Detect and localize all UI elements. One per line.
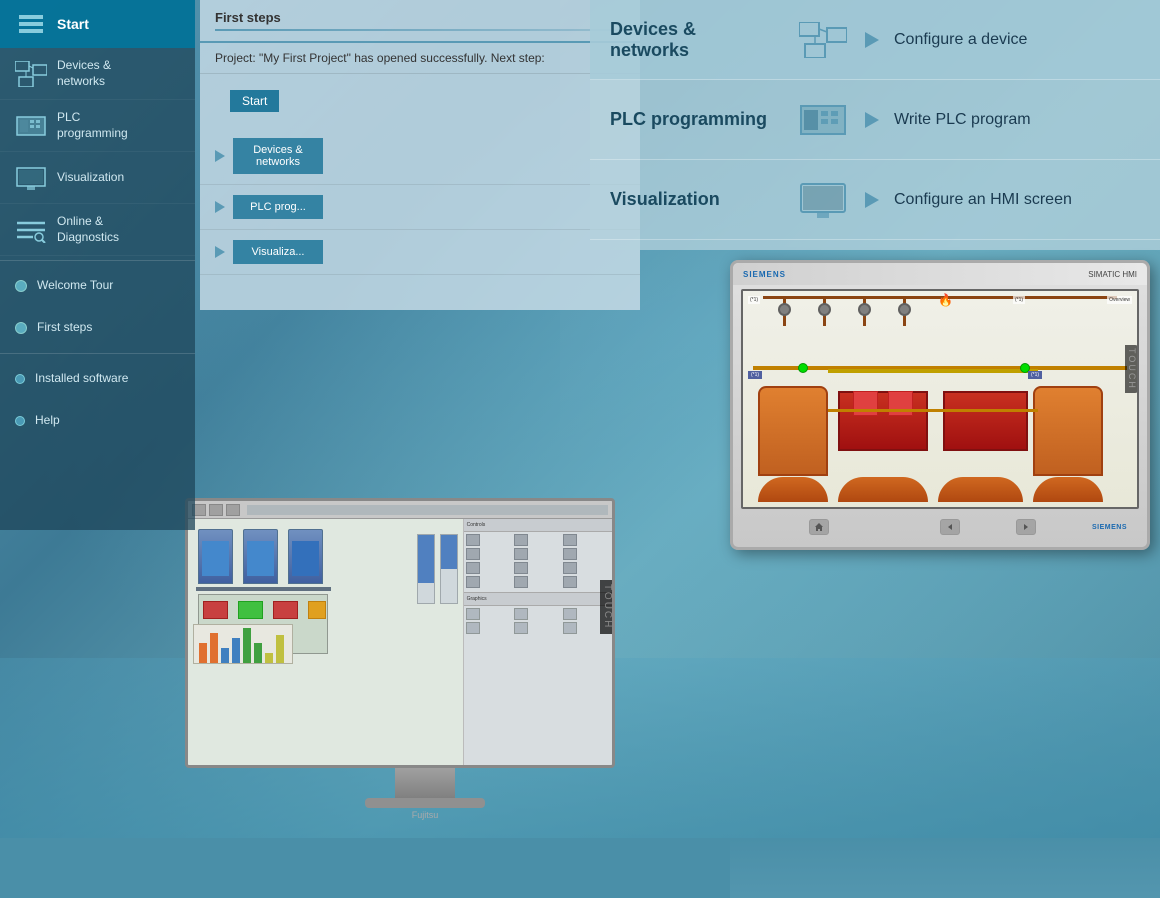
arrow-viz (215, 246, 225, 258)
menu-item-first-steps[interactable]: First steps (0, 307, 195, 349)
diagnostics-icon (15, 214, 47, 246)
hmi-bottom-bar: SIEMENS (733, 513, 1147, 541)
installed-label: Installed software (35, 371, 128, 387)
menu-item-plc-label: PLCprogramming (57, 110, 128, 141)
workflow-row-viz[interactable]: Visualization Configure an HMI screen (590, 160, 1160, 240)
center-menu-plc[interactable]: PLC prog... (200, 185, 640, 230)
separator-2 (0, 353, 195, 354)
hmi-screen: 🔥 (*1) (*1) Overview (*1) (*1) TOUCH (741, 289, 1139, 509)
hmi-screen-content: 🔥 (*1) (*1) Overview (*1) (*1) (743, 291, 1137, 507)
workflow-row-plc[interactable]: PLC programming Write PLC program (590, 80, 1160, 160)
tb-btn-3 (226, 504, 240, 516)
monitor-screen: Controls (185, 498, 615, 768)
hmi-brand: SIEMENS (743, 270, 786, 279)
hmi-panel: SIEMENS SIMATIC HMI (730, 260, 1160, 570)
hmi-device: SIEMENS SIMATIC HMI (730, 260, 1150, 550)
plc-icon (15, 110, 47, 142)
hmi-model: SIMATIC HMI (1088, 270, 1137, 279)
workflow-plc-title: PLC programming (610, 109, 780, 130)
menu-item-viz-label: Visualization (57, 170, 124, 186)
menu-item-devices[interactable]: Devices &networks (0, 48, 195, 100)
monitor-touch-label: TOUCH (600, 580, 615, 633)
center-menu-devices[interactable]: Devices &networks (200, 128, 640, 185)
monitor-base (365, 798, 485, 808)
workflow-action-viz: Configure an HMI screen (894, 191, 1072, 209)
hmi-touch-label: TOUCH (1125, 345, 1139, 393)
visualization-icon (15, 162, 47, 194)
header-line (215, 29, 625, 31)
first-steps-header: First steps (200, 0, 640, 43)
workflow-devices-icon (795, 17, 850, 62)
separator-1 (0, 260, 195, 261)
monitor-brand: Fujitsu (185, 810, 665, 820)
menu-item-plc[interactable]: PLCprogramming (0, 100, 195, 152)
help-icon (15, 416, 25, 426)
workflow-plc-icon (795, 97, 850, 142)
workflow-arrow-plc (865, 112, 879, 128)
workflow-devices-title-line2: networks (610, 40, 780, 61)
workflow-devices-title: Devices & networks (610, 19, 780, 61)
hmi-nav-home[interactable] (809, 519, 829, 535)
center-plc-box: PLC prog... (233, 195, 323, 219)
workflow-arrow-viz (865, 192, 879, 208)
welcome-tour-label: Welcome Tour (37, 278, 113, 294)
monitor-area: Controls (185, 498, 665, 818)
installed-icon (15, 374, 25, 384)
start-icon (15, 8, 47, 40)
center-menu-viz[interactable]: Visualiza... (200, 230, 640, 275)
workflow-action-devices: Configure a device (894, 31, 1027, 49)
workflow-viz-title-text: Visualization (610, 189, 780, 210)
arrow-plc (215, 201, 225, 213)
workflow-plc-title-text: PLC programming (610, 109, 780, 130)
first-steps-label: First steps (37, 320, 92, 336)
start-button[interactable]: Start (230, 90, 279, 112)
workflow-action-plc: Write PLC program (894, 111, 1031, 129)
scada-content: Controls (188, 519, 612, 765)
workflow-devices-title-line1: Devices & (610, 19, 780, 40)
right-panel: Devices & networks Configure a device PL… (590, 0, 1160, 250)
bullet-icon (15, 280, 27, 292)
left-panel-title: Start (57, 16, 89, 32)
arrow-devices (215, 150, 225, 162)
menu-item-diag-label: Online &Diagnostics (57, 214, 119, 245)
center-panel: First steps Project: "My First Project" … (200, 0, 640, 310)
bullet-icon-2 (15, 322, 27, 334)
scada-toolbar (188, 501, 612, 519)
scada-process-view (188, 519, 464, 765)
hmi-reflection (730, 838, 1160, 898)
menu-item-help[interactable]: Help (0, 400, 195, 442)
first-steps-title: First steps (215, 10, 281, 25)
workflow-arrow-devices (865, 32, 879, 48)
menu-item-devices-label: Devices &networks (57, 58, 111, 89)
monitor-inner: Controls (188, 501, 612, 765)
left-panel: Start Devices &networks PLCp (0, 0, 195, 530)
center-devices-box: Devices &networks (233, 138, 323, 174)
menu-item-visualization[interactable]: Visualization (0, 152, 195, 204)
center-viz-box: Visualiza... (233, 240, 323, 264)
menu-item-welcome-tour[interactable]: Welcome Tour (0, 265, 195, 307)
left-panel-header[interactable]: Start (0, 0, 195, 48)
menu-item-installed[interactable]: Installed software (0, 358, 195, 400)
hmi-nav-back[interactable] (940, 519, 960, 535)
monitor-stand (395, 768, 455, 798)
project-status-text: Project: "My First Project" has opened s… (215, 51, 545, 65)
scada-toolbox: Controls (464, 519, 612, 765)
workflow-row-devices[interactable]: Devices & networks Configure a device (590, 0, 1160, 80)
tb-btn-2 (209, 504, 223, 516)
project-status-line: Project: "My First Project" has opened s… (200, 43, 640, 74)
menu-item-diagnostics[interactable]: Online &Diagnostics (0, 204, 195, 256)
workflow-viz-title: Visualization (610, 189, 780, 210)
workflow-viz-icon (795, 177, 850, 222)
hmi-nav-forward[interactable] (1016, 519, 1036, 535)
hmi-bottom-brand: SIEMENS (1092, 524, 1127, 531)
network-icon (15, 58, 47, 90)
hmi-top-bar: SIEMENS SIMATIC HMI (733, 263, 1147, 285)
help-label: Help (35, 413, 60, 429)
